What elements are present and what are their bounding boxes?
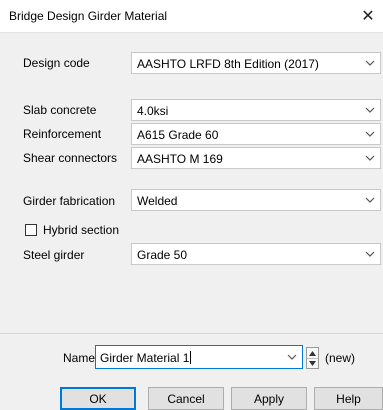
chevron-down-icon — [365, 131, 375, 137]
chevron-down-icon[interactable] — [287, 352, 297, 362]
girder-fabrication-value: Welded — [137, 194, 178, 208]
hybrid-section-label[interactable]: Hybrid section — [43, 223, 119, 237]
chevron-down-icon — [365, 60, 375, 66]
girder-fabrication-select[interactable]: Welded — [131, 189, 381, 211]
name-value: Girder Material 1 — [100, 351, 190, 365]
text-caret — [190, 351, 192, 364]
steel-girder-select[interactable]: Grade 50 — [131, 243, 381, 265]
design-code-value: AASHTO LRFD 8th Edition (2017) — [137, 57, 319, 71]
divider — [0, 333, 383, 334]
name-spinner[interactable] — [306, 347, 319, 369]
hybrid-section-checkbox[interactable] — [25, 224, 37, 236]
slab-concrete-select[interactable]: 4.0ksi — [131, 99, 381, 121]
slab-concrete-label: Slab concrete — [23, 103, 97, 117]
window-title: Bridge Design Girder Material — [9, 9, 168, 23]
name-input[interactable]: Girder Material 1 — [95, 345, 303, 369]
shear-connectors-label: Shear connectors — [23, 151, 118, 165]
design-code-select[interactable]: AASHTO LRFD 8th Edition (2017) — [131, 52, 381, 74]
shear-connectors-select[interactable]: AASHTO M 169 — [131, 147, 381, 169]
chevron-down-icon — [365, 107, 375, 113]
spin-down-icon[interactable] — [307, 358, 318, 368]
ok-button[interactable]: OK — [60, 387, 136, 410]
apply-button[interactable]: Apply — [231, 387, 307, 410]
chevron-down-icon — [365, 155, 375, 161]
new-status-label: (new) — [325, 351, 356, 365]
design-code-label: Design code — [23, 56, 90, 70]
name-value-wrap: Girder Material 1 — [100, 351, 192, 365]
shear-connectors-value: AASHTO M 169 — [137, 152, 223, 166]
name-label: Name — [63, 351, 96, 365]
chevron-down-icon — [365, 251, 375, 257]
cancel-button[interactable]: Cancel — [148, 387, 224, 410]
close-icon[interactable]: ✕ — [353, 0, 383, 32]
slab-concrete-value: 4.0ksi — [137, 104, 169, 118]
chevron-down-icon — [365, 197, 375, 203]
reinforcement-value: A615 Grade 60 — [137, 128, 219, 142]
steel-girder-label: Steel girder — [23, 248, 85, 262]
help-button[interactable]: Help — [314, 387, 383, 410]
reinforcement-select[interactable]: A615 Grade 60 — [131, 123, 381, 145]
title-bar: Bridge Design Girder Material ✕ — [0, 0, 383, 33]
reinforcement-label: Reinforcement — [23, 127, 102, 141]
girder-fabrication-label: Girder fabrication — [23, 194, 116, 208]
steel-girder-value: Grade 50 — [137, 248, 188, 262]
